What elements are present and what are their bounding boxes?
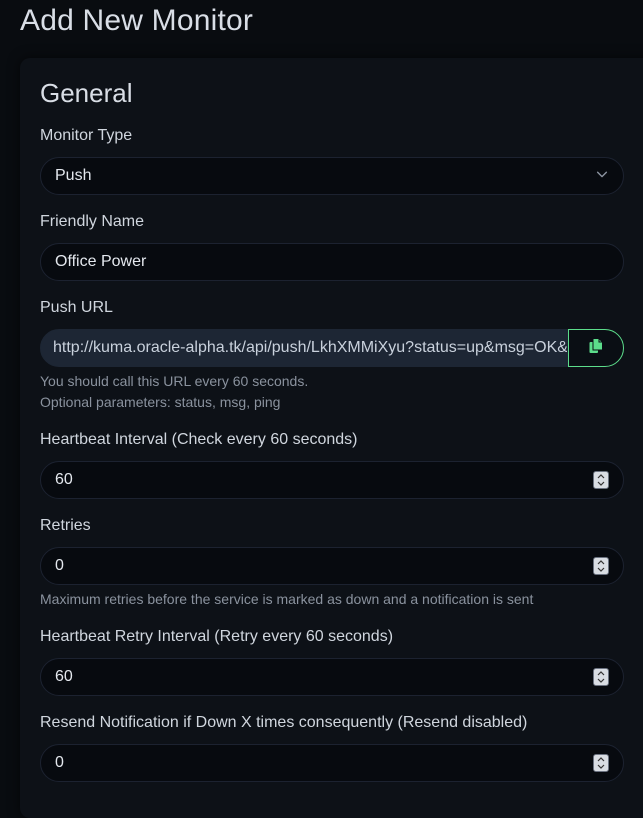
resend-value: 0 — [55, 754, 64, 771]
number-spinner[interactable] — [593, 471, 609, 489]
friendly-name-input[interactable]: Office Power — [40, 243, 624, 281]
number-spinner[interactable] — [593, 668, 609, 686]
number-spinner[interactable] — [593, 557, 609, 575]
heartbeat-interval-input[interactable]: 60 — [40, 461, 624, 499]
resend-label: Resend Notification if Down X times cons… — [40, 714, 528, 731]
retries-label: Retries — [40, 517, 91, 534]
resend-input[interactable]: 0 — [40, 744, 624, 782]
monitor-type-value: Push — [55, 167, 92, 184]
friendly-name-label: Friendly Name — [40, 213, 145, 230]
push-url-help-line1: You should call this URL every 60 second… — [40, 373, 309, 389]
retry-interval-value: 60 — [55, 668, 73, 685]
retries-help: Maximum retries before the service is ma… — [40, 591, 534, 607]
heartbeat-interval-label: Heartbeat Interval (Check every 60 secon… — [40, 431, 358, 448]
friendly-name-value: Office Power — [55, 253, 147, 270]
push-url-label: Push URL — [40, 299, 113, 316]
monitor-type-label: Monitor Type — [40, 127, 133, 144]
push-url-value: http://kuma.oracle-alpha.tk/api/push/Lkh… — [53, 339, 568, 356]
page-title: Add New Monitor — [20, 4, 254, 37]
copy-icon — [589, 337, 603, 359]
number-spinner[interactable] — [593, 754, 609, 772]
copy-url-button[interactable] — [568, 329, 624, 367]
monitor-type-select[interactable]: Push — [40, 157, 624, 195]
retries-input[interactable]: 0 — [40, 547, 624, 585]
retry-interval-input[interactable]: 60 — [40, 658, 624, 696]
retries-value: 0 — [55, 557, 64, 574]
heartbeat-interval-value: 60 — [55, 471, 73, 488]
push-url-input[interactable]: http://kuma.oracle-alpha.tk/api/push/Lkh… — [40, 329, 568, 367]
retry-interval-label: Heartbeat Retry Interval (Retry every 60… — [40, 628, 394, 645]
push-url-help-line2: Optional parameters: status, msg, ping — [40, 394, 281, 410]
chevron-down-icon — [595, 167, 609, 186]
section-title-general: General — [40, 78, 133, 108]
